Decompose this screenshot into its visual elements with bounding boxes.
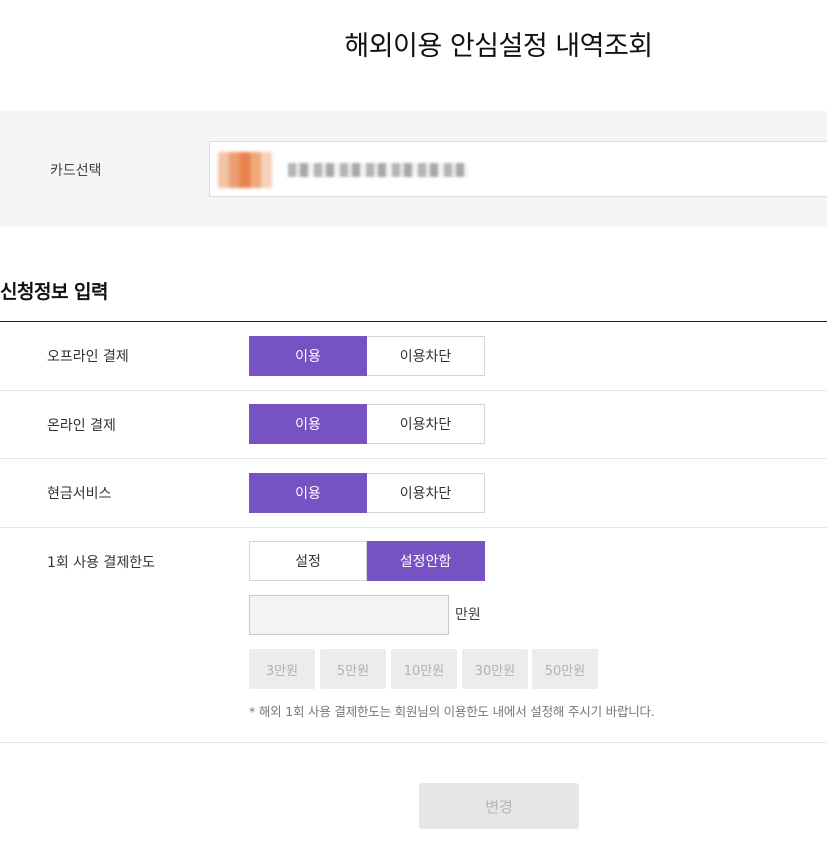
row-label: 1회 사용 결제한도 xyxy=(47,555,155,571)
quick-amount-5[interactable]: 5만원 xyxy=(320,649,386,689)
limit-amount-input[interactable] xyxy=(249,595,449,635)
cash-block-button[interactable]: 이용차단 xyxy=(367,473,485,513)
row-online-payment: 온라인 결제 이용 이용차단 xyxy=(0,391,827,459)
card-image xyxy=(218,152,272,188)
row-label: 현금서비스 xyxy=(47,486,112,502)
row-label: 오프라인 결제 xyxy=(47,349,129,365)
card-number-masked xyxy=(288,163,468,177)
card-select-label: 카드선택 xyxy=(50,163,102,179)
row-label: 온라인 결제 xyxy=(47,418,116,434)
card-blur-mask xyxy=(480,146,504,194)
cash-allow-button[interactable]: 이용 xyxy=(249,473,367,513)
offline-allow-button[interactable]: 이용 xyxy=(249,336,367,376)
card-select-dropdown[interactable]: ■ ■■■ ■■■■ ■■ ■■ ■■■ xyxy=(209,141,827,197)
quick-amount-50[interactable]: 50만원 xyxy=(532,649,598,689)
row-offline-payment: 오프라인 결제 이용 이용차단 xyxy=(0,322,827,391)
offline-payment-toggle: 이용 이용차단 xyxy=(249,336,485,376)
change-button[interactable]: 변경 xyxy=(419,783,579,829)
limit-unset-button[interactable]: 설정안함 xyxy=(367,541,485,581)
limit-setting-toggle: 설정 설정안함 xyxy=(249,541,485,581)
card-select-area: 카드선택 ■ ■■■ ■■■■ ■■ ■■ ■■■ xyxy=(0,111,827,227)
limit-note: * 해외 1회 사용 결제한도는 회원님의 이용한도 내에서 설정해 주시기 바… xyxy=(249,704,655,719)
row-cash-service: 현금서비스 이용 이용차단 xyxy=(0,459,827,528)
quick-amount-10[interactable]: 10만원 xyxy=(391,649,457,689)
quick-amount-3[interactable]: 3만원 xyxy=(249,649,315,689)
offline-block-button[interactable]: 이용차단 xyxy=(367,336,485,376)
limit-set-button[interactable]: 설정 xyxy=(249,541,367,581)
online-allow-button[interactable]: 이용 xyxy=(249,404,367,444)
page-title: 해외이용 안심설정 내역조회 xyxy=(344,31,653,62)
cash-service-toggle: 이용 이용차단 xyxy=(249,473,485,513)
online-payment-toggle: 이용 이용차단 xyxy=(249,404,485,444)
section-title: 신청정보 입력 xyxy=(0,281,109,303)
quick-amount-30[interactable]: 30만원 xyxy=(462,649,528,689)
limit-amount-unit: 만원 xyxy=(455,607,481,623)
online-block-button[interactable]: 이용차단 xyxy=(367,404,485,444)
